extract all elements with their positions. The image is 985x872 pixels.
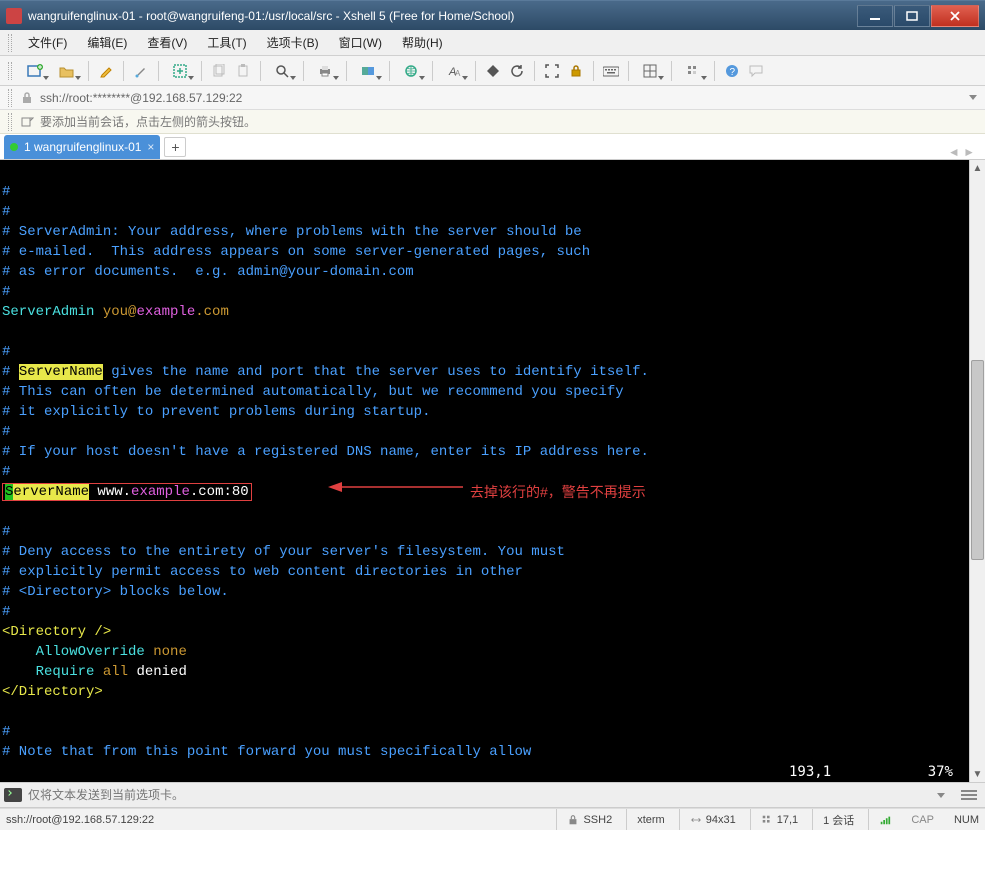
compose-bar bbox=[0, 782, 985, 808]
menu-file[interactable]: 文件(F) bbox=[18, 30, 77, 55]
compose-input[interactable] bbox=[28, 788, 931, 802]
tab-close-button[interactable]: × bbox=[147, 140, 154, 154]
app-icon bbox=[6, 8, 22, 24]
status-connection: ssh://root@192.168.57.129:22 bbox=[6, 814, 542, 826]
font-button[interactable]: AA bbox=[439, 60, 469, 82]
tab-nav-arrows[interactable]: ◄ ► bbox=[942, 145, 981, 159]
window-close-button[interactable] bbox=[931, 5, 979, 27]
scroll-down-icon[interactable]: ▼ bbox=[970, 766, 985, 782]
menu-help[interactable]: 帮助(H) bbox=[392, 30, 453, 55]
window-title: wangruifenglinux-01 - root@wangruifeng-0… bbox=[28, 9, 858, 23]
status-sessions: 1 会话 bbox=[812, 809, 854, 830]
chevron-down-icon[interactable] bbox=[937, 793, 945, 798]
lock-button[interactable] bbox=[565, 60, 587, 82]
terminal-icon bbox=[4, 788, 22, 802]
info-text: 要添加当前会话，点击左侧的箭头按钮。 bbox=[40, 113, 256, 130]
toolbar: AA ? bbox=[0, 56, 985, 86]
lock-icon bbox=[20, 91, 34, 105]
connected-dot-icon bbox=[10, 143, 18, 151]
tab-bar: 1 wangruifenglinux-01 × + ◄ ► bbox=[0, 134, 985, 160]
status-num: NUM bbox=[954, 814, 979, 826]
print-button[interactable] bbox=[310, 60, 340, 82]
chevron-down-icon[interactable] bbox=[969, 95, 977, 100]
status-cap: CAP bbox=[905, 814, 940, 826]
status-signal-icon bbox=[868, 809, 891, 830]
menu-tools[interactable]: 工具(T) bbox=[197, 30, 256, 55]
status-rowcol: 17,1 bbox=[750, 809, 798, 830]
terminal-pane: # # # ServerAdmin: Your address, where p… bbox=[0, 160, 985, 782]
scroll-thumb[interactable] bbox=[971, 360, 984, 560]
paste-button[interactable] bbox=[232, 60, 254, 82]
highlight-button[interactable] bbox=[95, 60, 117, 82]
reconnect-button[interactable] bbox=[165, 60, 195, 82]
layout-button[interactable] bbox=[635, 60, 665, 82]
open-session-button[interactable] bbox=[52, 60, 82, 82]
menu-bar: 文件(F) 编辑(E) 查看(V) 工具(T) 选项卡(B) 窗口(W) 帮助(… bbox=[0, 30, 985, 56]
status-size: 94x31 bbox=[679, 809, 736, 830]
window-maximize-button[interactable] bbox=[894, 5, 930, 27]
new-session-button[interactable] bbox=[20, 60, 50, 82]
refresh-button[interactable] bbox=[506, 60, 528, 82]
file-transfer-button[interactable] bbox=[353, 60, 383, 82]
address-input[interactable] bbox=[40, 91, 963, 105]
grip-icon bbox=[8, 113, 12, 131]
menu-view[interactable]: 查看(V) bbox=[137, 30, 197, 55]
tab-label: 1 wangruifenglinux-01 bbox=[24, 140, 141, 154]
annotation-arrow-icon bbox=[328, 477, 468, 497]
search-button[interactable] bbox=[267, 60, 297, 82]
fullscreen-button[interactable] bbox=[541, 60, 563, 82]
session-tab[interactable]: 1 wangruifenglinux-01 × bbox=[4, 135, 160, 159]
window-minimize-button[interactable] bbox=[857, 5, 893, 27]
view-button[interactable] bbox=[678, 60, 708, 82]
status-proto: SSH2 bbox=[556, 809, 612, 830]
menu-icon[interactable] bbox=[957, 790, 981, 800]
color-picker-button[interactable] bbox=[130, 60, 152, 82]
status-termtype: xterm bbox=[626, 809, 665, 830]
address-bar bbox=[0, 86, 985, 110]
status-bar: ssh://root@192.168.57.129:22 SSH2 xterm … bbox=[0, 808, 985, 830]
keyboard-button[interactable] bbox=[600, 60, 622, 82]
web-button[interactable] bbox=[396, 60, 426, 82]
svg-text:?: ? bbox=[730, 67, 736, 78]
terminal[interactable]: # # # ServerAdmin: Your address, where p… bbox=[0, 160, 969, 782]
info-bar: 要添加当前会话，点击左侧的箭头按钮。 bbox=[0, 110, 985, 134]
grip-icon bbox=[8, 34, 12, 52]
vim-button[interactable] bbox=[482, 60, 504, 82]
annotation-text: 去掉该行的#，警告不再提示 bbox=[470, 482, 646, 502]
grip-icon bbox=[8, 89, 12, 107]
cursor-position: 193,1 bbox=[789, 762, 909, 782]
scroll-up-icon[interactable]: ▲ bbox=[970, 160, 985, 176]
svg-text:A: A bbox=[455, 69, 461, 78]
vim-status-line: 193,1 37% bbox=[0, 762, 969, 782]
scroll-percent: 37% bbox=[909, 762, 969, 782]
copy-button[interactable] bbox=[208, 60, 230, 82]
add-session-icon[interactable] bbox=[20, 115, 34, 129]
menu-window[interactable]: 窗口(W) bbox=[329, 30, 392, 55]
new-tab-button[interactable]: + bbox=[164, 137, 186, 157]
chat-icon[interactable] bbox=[745, 60, 767, 82]
menu-edit[interactable]: 编辑(E) bbox=[77, 30, 137, 55]
help-button[interactable]: ? bbox=[721, 60, 743, 82]
grip-icon bbox=[8, 62, 12, 80]
menu-tabs[interactable]: 选项卡(B) bbox=[257, 30, 329, 55]
terminal-scrollbar[interactable]: ▲ ▼ bbox=[969, 160, 985, 782]
window-titlebar: wangruifenglinux-01 - root@wangruifeng-0… bbox=[0, 0, 985, 30]
